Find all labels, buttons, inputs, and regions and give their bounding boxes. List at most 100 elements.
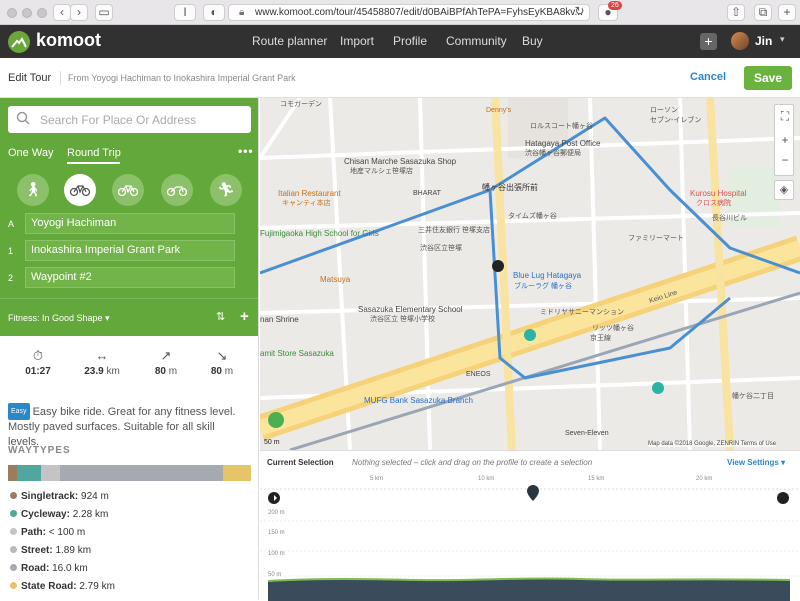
bike-icon[interactable] <box>64 174 96 206</box>
add-waypoint-button[interactable]: + <box>240 308 249 325</box>
distance-arrows-icon: ↔ <box>95 348 109 363</box>
waytype-name: Path: <box>21 527 46 538</box>
map-label: Hatagaya Post Office <box>525 139 601 148</box>
map-label: Matsuya <box>320 275 351 284</box>
planner-sidebar: Search For Place Or Address One Way Roun… <box>0 98 259 600</box>
search-input[interactable]: Search For Place Or Address <box>8 106 251 133</box>
tabs-icon[interactable]: ⧉ <box>754 4 772 21</box>
route-map[interactable]: コモガーデン Denny's ロルスコート幡ヶ谷 ローソン セブン-イレブン C… <box>260 98 800 450</box>
address-bar[interactable]: 🔒︎ www.komoot.com/tour/45458807/edit/d0B… <box>228 4 590 21</box>
map-label: リッツ幡ヶ谷 <box>592 323 634 332</box>
edit-tour-bar: Edit Tour From Yoyogi Hachiman to Inokas… <box>0 58 800 98</box>
nav-community[interactable]: Community <box>446 34 507 48</box>
top-navigation: komoot Route planner Import Profile Comm… <box>0 25 800 58</box>
map-label: nan Shrine <box>260 315 299 324</box>
map-scale: 50 m <box>264 439 280 446</box>
nav-profile[interactable]: Profile <box>393 34 427 48</box>
alt-tick: 150 m <box>268 530 285 536</box>
waytype-name: Road: <box>21 563 50 574</box>
minimize-window-button[interactable] <box>22 8 32 18</box>
forward-button[interactable]: › <box>70 4 88 21</box>
waypoint-1-field[interactable]: Inokashira Imperial Grant Park <box>25 240 235 261</box>
map-label: キャンティ本店 <box>282 198 331 207</box>
nav-import[interactable]: Import <box>340 34 374 48</box>
back-button[interactable]: ‹ <box>53 4 71 21</box>
waytype-value: 924 m <box>81 491 109 502</box>
road-bike-icon[interactable] <box>161 174 193 206</box>
planner-panel: Search For Place Or Address One Way Roun… <box>0 98 258 336</box>
uphill-arrow-icon: ↗ <box>160 348 172 363</box>
tab-round-trip[interactable]: Round Trip <box>67 147 121 159</box>
close-window-button[interactable] <box>7 8 17 18</box>
mountain-bike-icon[interactable] <box>112 174 144 206</box>
more-options-icon[interactable]: ••• <box>238 144 254 158</box>
divider <box>60 71 61 85</box>
waytypes-bar[interactable] <box>8 465 251 481</box>
tab-one-way[interactable]: One Way <box>8 147 53 159</box>
waytype-color <box>10 510 17 517</box>
komoot-logo-icon[interactable] <box>8 31 30 53</box>
waytype-item: Road: 16.0 km <box>10 563 88 574</box>
waypoint-start-field[interactable]: Yoyogi Hachiman <box>25 213 235 234</box>
waytype-name: State Road: <box>21 581 77 592</box>
nav-buy[interactable]: Buy <box>522 34 543 48</box>
map-label: ブルーラグ 幡ヶ谷 <box>514 281 572 290</box>
map-label: ロルスコート幡ヶ谷 <box>530 121 593 130</box>
logo-text[interactable]: komoot <box>36 30 101 51</box>
share-icon[interactable]: ⇧ <box>727 4 745 21</box>
map-label: タイムズ幡ヶ谷 <box>508 211 557 220</box>
alt-tick: 200 m <box>268 510 285 516</box>
uphill-stat: ↗ 80 m <box>142 348 190 377</box>
zoom-out-button[interactable]: − <box>775 151 795 169</box>
cancel-button[interactable]: Cancel <box>690 71 726 83</box>
running-icon[interactable]: 🏃︎ <box>210 174 242 206</box>
fullscreen-icon[interactable]: ⛶ <box>775 107 795 125</box>
zoom-in-button[interactable]: + <box>775 131 795 149</box>
map-label: セブン-イレブン <box>650 115 701 124</box>
map-label: 地産マルシェ笹塚店 <box>350 166 413 175</box>
map-label: 京王線 <box>590 333 611 342</box>
waytype-color <box>10 582 17 589</box>
map-label: Blue Lug Hatagaya <box>513 271 582 280</box>
add-button[interactable]: + <box>700 33 717 50</box>
save-button[interactable]: Save <box>744 66 792 90</box>
waytype-bar-segment <box>40 465 60 481</box>
swap-icon[interactable]: ⇅ <box>216 310 225 323</box>
uphill-unit: m <box>168 366 178 377</box>
reload-icon[interactable]: ↻ <box>572 4 587 21</box>
fitness-row: Fitness: In Good Shape ▾ ⇅ + <box>0 298 258 336</box>
fitness-dropdown[interactable]: Fitness: In Good Shape ▾ <box>8 313 110 324</box>
user-name[interactable]: Jin <box>755 34 772 48</box>
layers-icon[interactable]: ◈ <box>774 180 794 200</box>
waytype-bar-segment <box>222 465 251 481</box>
chevron-down-icon[interactable]: ▾ <box>780 34 785 45</box>
zoom-window-button[interactable] <box>37 8 47 18</box>
distance-value: 23.9 <box>84 366 104 377</box>
map-label: Kurosu Hospital <box>690 189 747 198</box>
waytype-color <box>10 546 17 553</box>
extension-icon[interactable]: ◐ <box>203 4 225 21</box>
sidebar-toggle-icon[interactable]: ▭ <box>95 4 113 21</box>
notification-badge: 26 <box>608 1 622 10</box>
browser-toolbar: ‹ › ▭ I ◐ 🔒︎ www.komoot.com/tour/4545880… <box>0 0 800 25</box>
map-label: Fujimigaoka High School for Girls <box>260 229 379 238</box>
map-label: Seven-Eleven <box>565 430 609 437</box>
page-title: Edit Tour <box>8 72 52 84</box>
nav-route-planner[interactable]: Route planner <box>252 34 327 48</box>
hiking-icon[interactable]: 🚶︎ <box>17 174 49 206</box>
reader-icon[interactable]: I <box>174 4 196 21</box>
distance-unit: km <box>106 366 120 377</box>
elevation-profile[interactable]: Current Selection Nothing selected – cli… <box>260 450 800 601</box>
waytype-value: 1.89 km <box>55 545 92 556</box>
new-tab-button[interactable]: + <box>778 4 796 21</box>
map-label: 渋谷区立 笹塚小学校 <box>370 314 435 323</box>
alt-tick: 100 m <box>268 551 285 557</box>
distance-stat: ↔ 23.9 km <box>78 348 126 377</box>
waypoint-2-field[interactable]: Waypoint #2 <box>25 267 235 288</box>
avatar[interactable] <box>731 32 749 50</box>
map-attribution[interactable]: Map data ©2018 Google, ZENRIN Terms of U… <box>648 441 777 447</box>
downhill-arrow-icon: ↘ <box>216 348 228 363</box>
map-label: 三井住友銀行 笹塚支店 <box>418 225 490 234</box>
map-label: ENEOS <box>466 371 491 378</box>
map-label: 幡ヶ谷出張所前 <box>482 182 538 192</box>
